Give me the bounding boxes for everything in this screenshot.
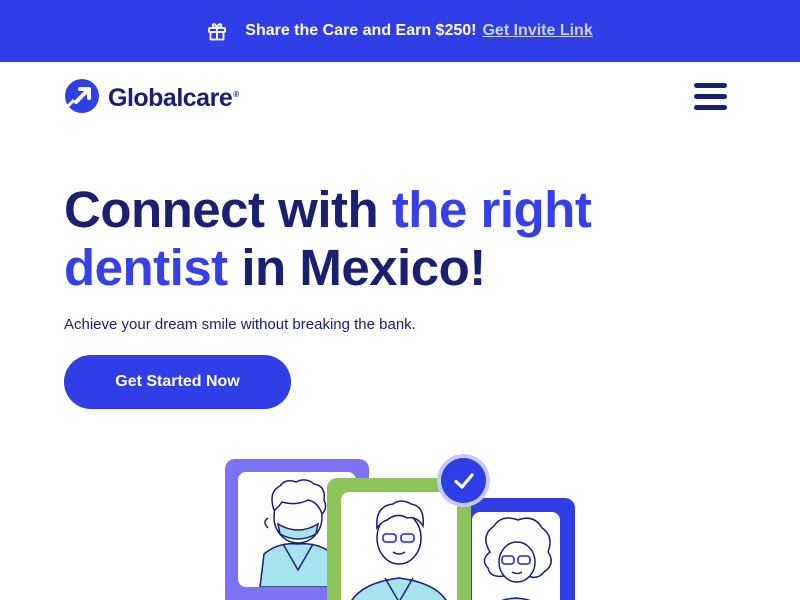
get-started-button[interactable]: Get Started Now: [64, 355, 291, 409]
navbar: Globalcare®: [0, 62, 800, 132]
hero-title: Connect with the right dentist in Mexico…: [64, 181, 592, 296]
logo-text: Globalcare®: [108, 84, 239, 112]
male-dentist-figure: [351, 500, 447, 600]
female-dentist-figure: [483, 517, 552, 600]
invite-link[interactable]: Get Invite Link: [482, 22, 592, 40]
logo-mark-icon: [64, 78, 100, 119]
gift-icon: [207, 21, 227, 41]
promo-text: Share the Care and Earn $250!: [245, 22, 477, 39]
hamburger-menu-icon[interactable]: [694, 82, 728, 110]
globalcare-logo[interactable]: Globalcare®: [64, 78, 239, 119]
promo-banner: Share the Care and Earn $250! Get Invite…: [0, 0, 800, 62]
verified-check-icon: [441, 458, 486, 503]
dentist-card-right: [458, 498, 575, 600]
hero-subtitle: Achieve your dream smile without breakin…: [64, 316, 416, 333]
